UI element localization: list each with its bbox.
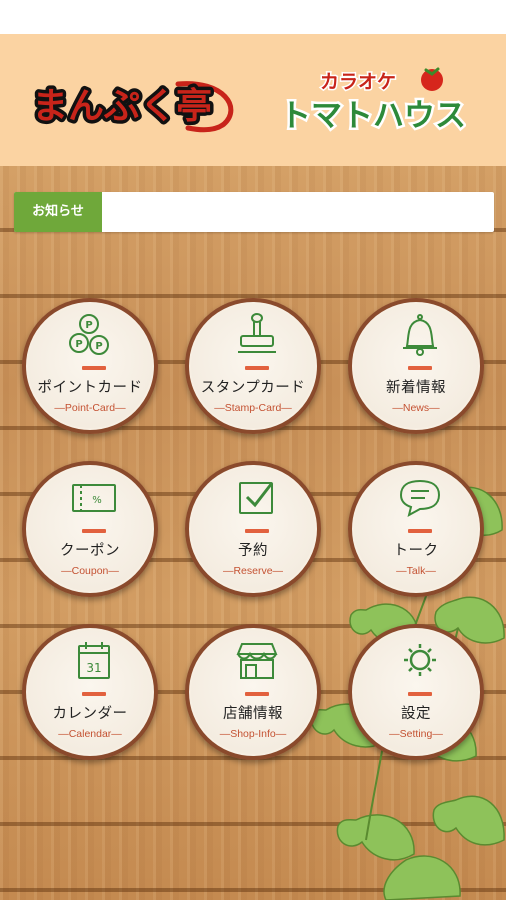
menu-talk-button[interactable]: トーク —Talk—: [348, 461, 484, 597]
menu-label: 店舗情報: [223, 706, 283, 722]
menu-sublabel: —News—: [392, 402, 440, 414]
accent-dash: [245, 529, 269, 533]
menu-setting-button[interactable]: 設定 —Setting—: [348, 624, 484, 760]
svg-text:P: P: [85, 320, 92, 331]
app-header: まんぷく亭 まんぷく亭 カラオケ トマトハウス: [0, 34, 506, 166]
accent-dash: [408, 529, 432, 533]
accent-dash: [245, 692, 269, 696]
accent-dash: [82, 529, 106, 533]
menu-point-card-button[interactable]: PPP ポイントカード —Point-Card—: [22, 298, 158, 434]
chat-bubble-icon: [399, 479, 441, 517]
menu-sublabel: —Setting—: [389, 728, 443, 740]
svg-text:31: 31: [86, 661, 101, 675]
svg-text:P: P: [75, 339, 82, 350]
menu-news-button[interactable]: 新着情報 —News—: [348, 298, 484, 434]
bell-icon: [403, 314, 437, 356]
menu-label: 予約: [238, 543, 268, 559]
gear-icon: [404, 644, 436, 676]
menu-reserve-button[interactable]: 予約 —Reserve—: [185, 461, 321, 597]
coupon-icon: %: [72, 484, 116, 512]
menu-label: 設定: [401, 706, 431, 722]
point-card-icon: PP P: [69, 314, 109, 355]
menu-sublabel: —Stamp-Card—: [214, 402, 292, 414]
menu-label: スタンプカード: [200, 380, 306, 396]
accent-dash: [82, 366, 106, 370]
news-label: お知らせ: [14, 192, 102, 232]
menu-sublabel: —Shop-Info—: [219, 728, 287, 740]
stamp-icon: [238, 313, 276, 353]
menu-stamp-card-button[interactable]: スタンプカード —Stamp-Card—: [185, 298, 321, 434]
menu-label: クーポン: [60, 543, 120, 559]
logo-right-main-text: トマトハウス: [280, 98, 466, 134]
accent-dash: [245, 366, 269, 370]
menu-label: 新着情報: [386, 380, 446, 396]
menu-shop-info-button[interactable]: 店舗情報 —Shop-Info—: [185, 624, 321, 760]
accent-dash: [408, 366, 432, 370]
svg-text:%: %: [92, 495, 102, 506]
logo-left-text: まんぷく亭: [32, 86, 212, 127]
menu-sublabel: —Reserve—: [222, 565, 284, 577]
menu-calendar-button[interactable]: 31 カレンダー —Calendar—: [22, 624, 158, 760]
accent-dash: [408, 692, 432, 696]
shop-icon: [236, 643, 278, 679]
menu-sublabel: —Talk—: [396, 565, 436, 577]
menu-label: ポイントカード: [37, 380, 143, 396]
menu-label: カレンダー: [52, 706, 128, 722]
status-bar: [0, 0, 506, 34]
manpukutei-logo: まんぷく亭 まんぷく亭: [29, 81, 234, 133]
accent-dash: [82, 692, 106, 696]
menu-sublabel: —Coupon—: [61, 565, 119, 577]
menu-sublabel: —Point-Card—: [54, 402, 126, 414]
tomato-house-logo: カラオケ トマトハウス: [278, 67, 466, 136]
calendar-icon: 31: [78, 642, 110, 679]
checkbox-icon: [239, 482, 274, 514]
menu-label: トーク: [393, 543, 439, 559]
menu-coupon-button[interactable]: % クーポン —Coupon—: [22, 461, 158, 597]
logo-right-top-text: カラオケ: [320, 71, 396, 93]
svg-text:P: P: [95, 341, 102, 352]
news-ticker[interactable]: お知らせ: [14, 192, 494, 232]
menu-sublabel: —Calendar—: [58, 728, 122, 740]
